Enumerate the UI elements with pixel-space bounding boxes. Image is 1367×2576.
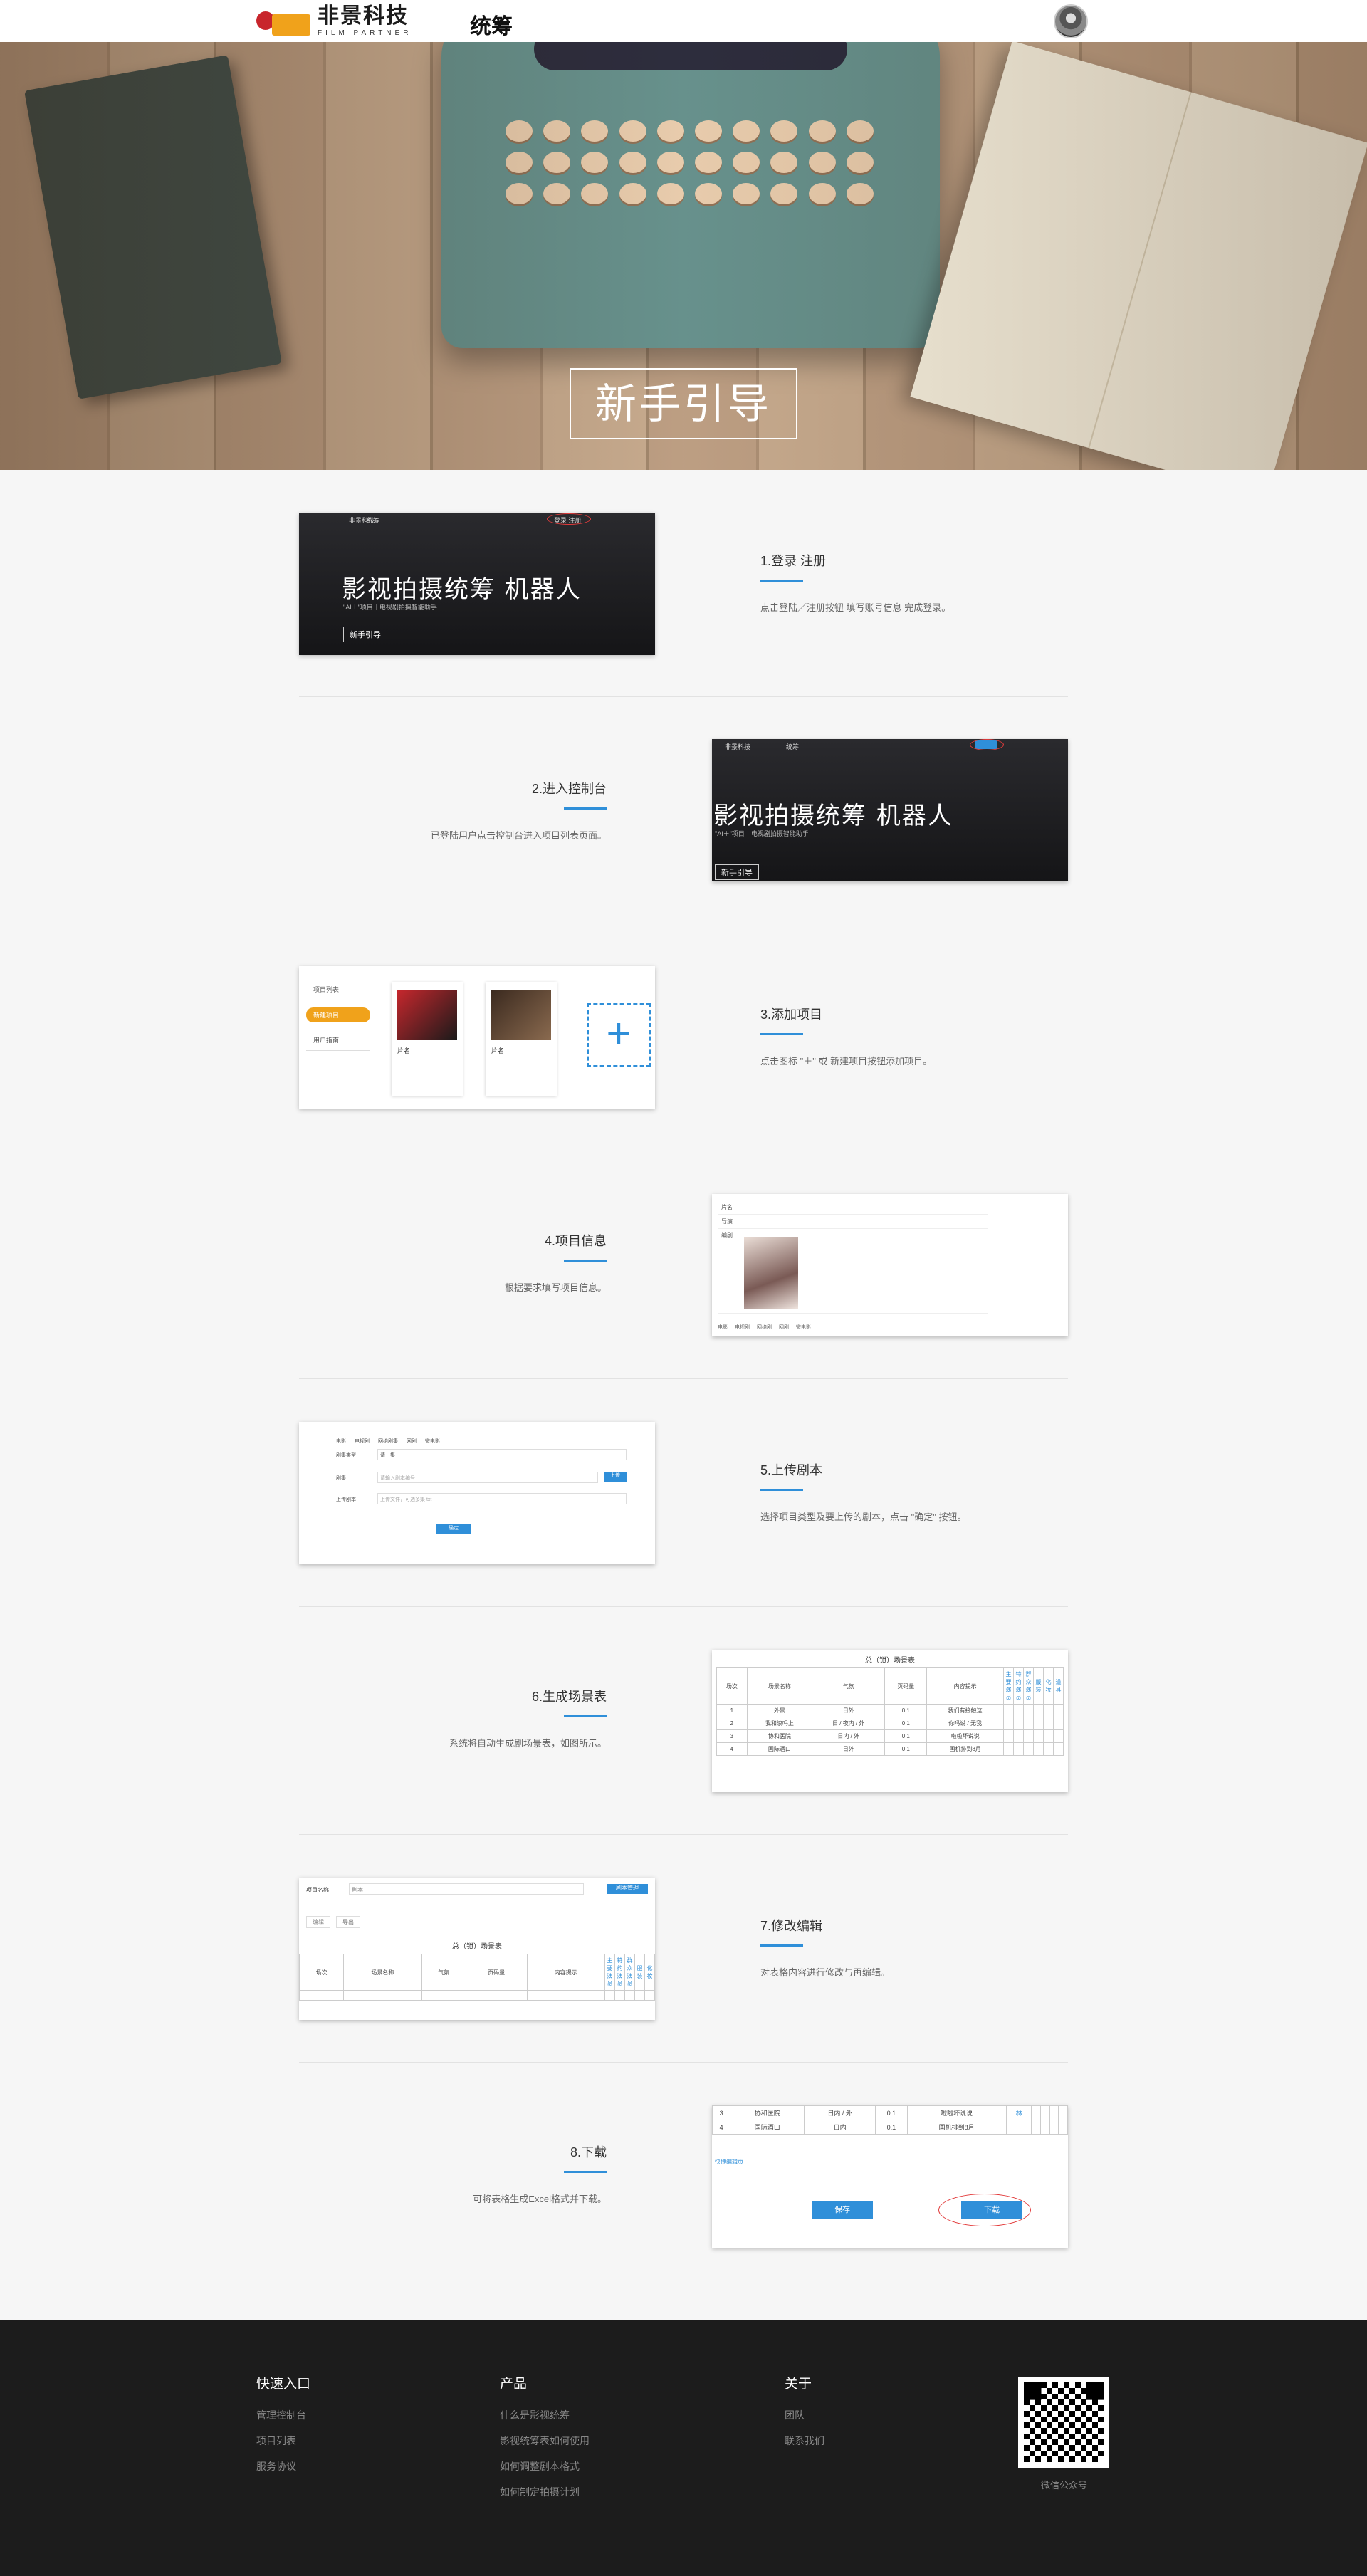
top-header: 非景科技 FILM PARTNER 统筹 [0,0,1367,42]
save-button: 保存 [812,2201,873,2219]
title-underline [564,2171,607,2173]
title-underline [760,580,803,582]
table-row: 2 我和浪吗上日 / 夜内 / 外 0.1 你吗说 / 无我 [716,1717,1064,1730]
step-2: 2.进入控制台 已登陆用户点击控制台进入项目列表页面。 非景科技 统筹 影视拍摄… [299,739,1068,881]
step-7: 项目名称 剧本 剧本管理 编辑 导出 总（锁）场景表 场次 场景名称 气氛 页码… [299,1878,1068,2020]
footer: 快速入口 管理控制台 项目列表 服务协议 产品 什么是影视统筹 影视统筹表如何使… [0,2320,1367,2576]
step-desc: 点击图标 "＋" 或 新建项目按钮添加项目。 [760,1056,933,1067]
step-3: 项目列表 新建项目 用户指南 片名 片名 + 3.添加项目 点击图标 "＋" 或… [299,966,1068,1109]
step-title: 7.修改编辑 [760,1919,823,1933]
step-2-screenshot: 非景科技 统筹 影视拍摄统筹 机器人 "AI＋"项目｜电视剧拍摄智能助手 新手引… [712,739,1068,881]
table-row: 1 外景 日外 0.1 我们有接触这 [716,1704,1064,1717]
table-row: 4 国际酒口 日内 0.1 国机排到8月 [712,2120,1068,2135]
title-underline [760,1489,803,1491]
qr-code [1018,2377,1109,2468]
table-row: 3 协和医院 日内 / 外 0.1 啦啦坏说说林 [712,2105,1068,2120]
step-title: 5.上传剧本 [760,1463,823,1477]
step-title: 2.进入控制台 [531,782,607,796]
title-underline [564,1260,607,1262]
table-row: 4 国际酒口 日外 0.1 国机排到8月 [716,1742,1064,1756]
step-4-screenshot: 片名 导演 编剧 电影 电视剧 网络剧 网剧 微电影 [712,1194,1068,1336]
hero-title: 新手引导 [570,368,797,439]
step-8-screenshot: 3 协和医院 日内 / 外 0.1 啦啦坏说说林 4 国际酒口 日内 0.1 国机排到8月 快捷… [712,2105,1068,2248]
logo-mark-icon [256,6,313,37]
step-5-screenshot: 电影 电视剧 网络剧集 网剧 微电影 剧集类型 请一集 剧集 请输入剧本编号 上… [299,1422,655,1564]
step-3-screenshot: 项目列表 新建项目 用户指南 片名 片名 + [299,966,655,1109]
scene-table: 场次 场景名称 气氛 页码量 内容提示 主要演员 特约演员 群众演员 服装 化妆… [716,1667,1064,1756]
step-desc: 已登陆用户点击控制台进入项目列表页面。 [430,830,607,841]
step-desc: 可将表格生成Excel格式并下载。 [473,2194,607,2204]
divider [299,1834,1068,1835]
divider [299,696,1068,697]
add-project-icon: + [587,1003,651,1067]
user-avatar[interactable] [1054,4,1088,38]
title-underline [564,1715,607,1717]
hero-banner: 新手引导 [0,42,1367,470]
divider [299,2062,1068,2063]
footer-link[interactable]: 管理控制台 [256,2408,310,2422]
table-row: 3 协和医院 日内 / 外 0.1 啦啦坏说说 [716,1729,1064,1743]
step-title: 6.生成场景表 [531,1690,607,1704]
step-desc: 对表格内容进行修改与再编辑。 [760,1967,891,1978]
footer-link[interactable]: 服务协议 [256,2459,310,2473]
footer-link[interactable]: 影视统筹表如何使用 [500,2434,590,2448]
step-6: 6.生成场景表 系统将自动生成剧场景表，如图所示。 总（锁）场景表 场次 场景名… [299,1650,1068,1792]
step-title: 4.项目信息 [544,1234,607,1248]
step-5: 电影 电视剧 网络剧集 网剧 微电影 剧集类型 请一集 剧集 请输入剧本编号 上… [299,1422,1068,1564]
step-desc: 根据要求填写项目信息。 [504,1282,607,1293]
logo[interactable]: 非景科技 FILM PARTNER [256,4,412,38]
step-6-screenshot: 总（锁）场景表 场次 场景名称 气氛 页码量 内容提示 主要演员 特约演员 群众… [712,1650,1068,1792]
title-underline [760,1944,803,1947]
step-1: 非景科技 统筹 登录 注册 影视拍摄统筹 机器人 "AI＋"项目｜电视剧拍摄智能… [299,513,1068,655]
nav-title[interactable]: 统筹 [470,9,513,40]
divider [299,1378,1068,1379]
step-title: 8.下载 [570,2145,607,2159]
footer-col-product: 产品 什么是影视统筹 影视统筹表如何使用 如何调整剧本格式 如何制定拍摄计划 [500,2377,590,2499]
divider [299,1606,1068,1607]
step-7-screenshot: 项目名称 剧本 剧本管理 编辑 导出 总（锁）场景表 场次 场景名称 气氛 页码… [299,1878,655,2020]
footer-col-quick: 快速入口 管理控制台 项目列表 服务协议 [256,2377,311,2473]
step-4: 4.项目信息 根据要求填写项目信息。 片名 导演 编剧 电影 电视剧 网络剧 网… [299,1194,1068,1336]
logo-text-en: FILM PARTNER [318,29,412,37]
step-1-screenshot: 非景科技 统筹 登录 注册 影视拍摄统筹 机器人 "AI＋"项目｜电视剧拍摄智能… [299,513,655,655]
footer-link[interactable]: 如何调整剧本格式 [500,2459,590,2473]
footer-link[interactable]: 如何制定拍摄计划 [500,2485,590,2499]
footer-link[interactable]: 团队 [785,2408,824,2422]
step-desc: 系统将自动生成剧场景表，如图所示。 [449,1738,607,1749]
highlight-ring [938,2194,1031,2226]
title-underline [760,1033,803,1035]
step-desc: 选择项目类型及要上传的剧本，点击 "确定" 按钮。 [760,1512,967,1522]
footer-link[interactable]: 项目列表 [256,2434,310,2448]
step-title: 1.登录 注册 [760,554,827,568]
footer-link[interactable]: 什么是影视统筹 [500,2408,590,2422]
qr-caption: 微信公众号 [1041,2480,1088,2491]
footer-link[interactable]: 联系我们 [785,2434,824,2448]
footer-col-about: 关于 团队 联系我们 [785,2377,824,2448]
title-underline [564,807,607,810]
step-title: 3.添加项目 [760,1007,823,1022]
step-8: 8.下载 可将表格生成Excel格式并下载。 3 协和医院 日内 / 外 0.1 啦啦坏… [299,2105,1068,2248]
logo-text-cn: 非景科技 [318,4,409,28]
step-desc: 点击登陆／注册按钮 填写账号信息 完成登录。 [760,602,951,613]
